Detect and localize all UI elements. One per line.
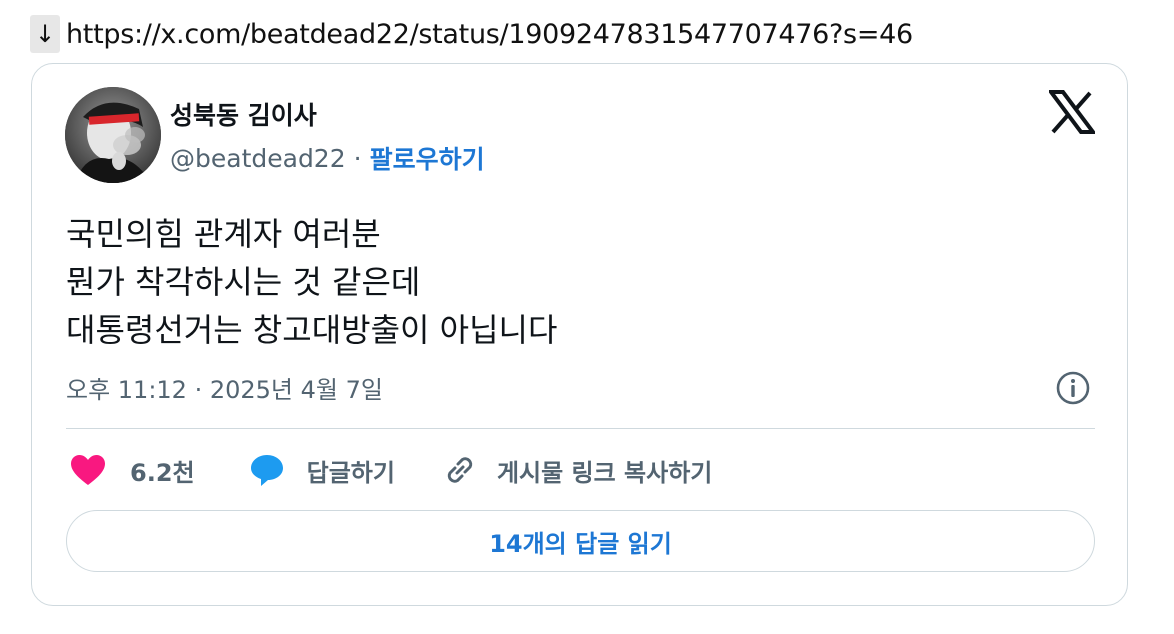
follow-link[interactable]: 팔로우하기 (370, 140, 485, 176)
down-arrow-icon: ↓ (30, 15, 60, 53)
x-logo-icon[interactable] (1049, 90, 1095, 134)
author-display-name[interactable]: 성북동 김이사 (170, 96, 317, 132)
reply-button[interactable]: 답글하기 (249, 453, 395, 488)
copy-link-button[interactable]: 게시물 링크 복사하기 (443, 453, 712, 488)
separator-dot: · (353, 143, 362, 173)
info-icon[interactable] (1055, 370, 1091, 406)
copy-link-label: 게시물 링크 복사하기 (496, 458, 713, 487)
action-bar: 6.2천 답글하기 게시물 링크 복사하기 (70, 448, 712, 492)
tweet-timestamp[interactable]: 오후 11:12 · 2025년 4월 7일 (66, 370, 383, 405)
tweet-text: 국민의힘 관계자 여러분 뭔가 착각하시는 것 같은데 대통령선거는 창고대방출… (66, 210, 557, 354)
tweet-line: 대통령선거는 창고대방출이 아닙니다 (66, 311, 558, 349)
embedded-tweet-card: 성북동 김이사 @beatdead22 · 팔로우하기 국민의힘 관계자 여러분… (31, 63, 1128, 606)
tweet-line: 국민의힘 관계자 여러분 (66, 215, 381, 253)
author-handle[interactable]: @beatdead22 (170, 144, 346, 173)
tweet-url[interactable]: https://x.com/beatdead22/status/19092478… (66, 19, 913, 50)
speech-bubble-icon (250, 455, 283, 486)
heart-icon (71, 455, 105, 485)
avatar-image (65, 87, 161, 183)
read-replies-button[interactable]: 14개의 답글 읽기 (66, 510, 1095, 572)
link-icon (447, 457, 473, 483)
avatar[interactable] (65, 87, 161, 183)
tweet-line: 뭔가 착각하시는 것 같은데 (66, 263, 421, 301)
like-button[interactable]: 6.2천 (70, 453, 195, 488)
reply-label: 답글하기 (306, 458, 395, 487)
author-handle-line: @beatdead22 · 팔로우하기 (170, 140, 485, 176)
url-line: ↓ https://x.com/beatdead22/status/190924… (30, 14, 913, 54)
like-count: 6.2천 (130, 458, 195, 487)
divider (66, 428, 1095, 429)
